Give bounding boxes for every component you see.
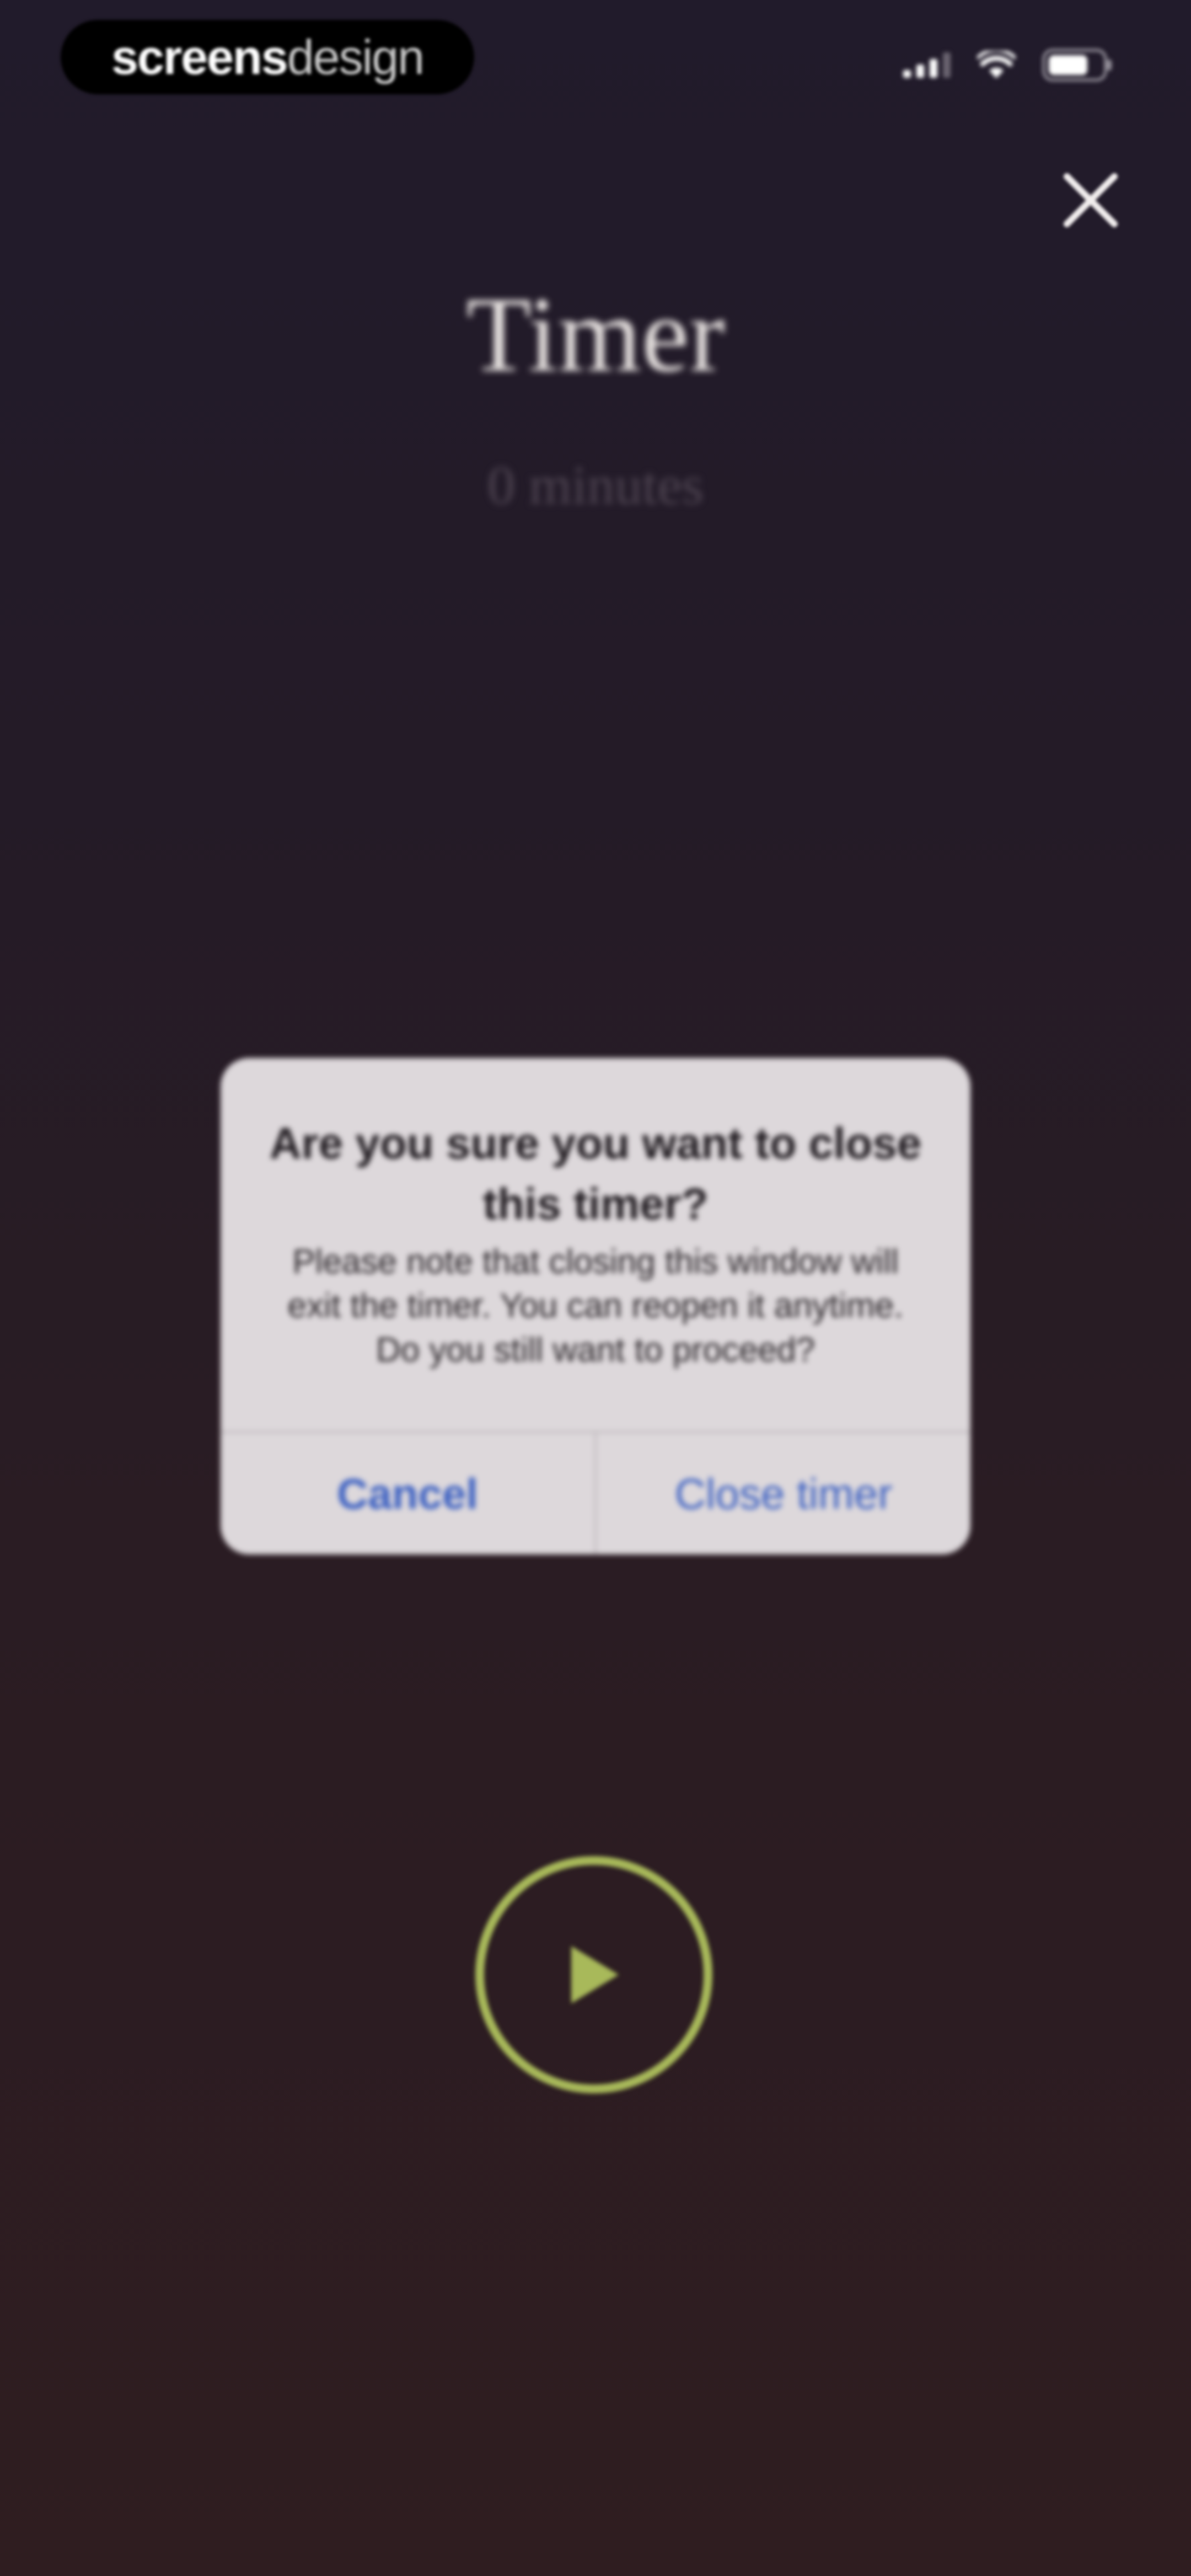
page-title: Timer (466, 275, 725, 394)
alert-title: Are you sure you want to close this time… (269, 1119, 922, 1228)
brand-badge: screensdesign (61, 20, 474, 94)
close-button[interactable] (1056, 165, 1125, 234)
cancel-button[interactable]: Cancel (221, 1433, 594, 1554)
close-icon (1063, 173, 1118, 227)
play-icon (571, 1946, 619, 2003)
wifi-icon (977, 51, 1016, 79)
status-bar-icons (903, 49, 1114, 82)
brand-logo-strong: screens (111, 29, 288, 84)
timer-screen: screensdesign Timer 0 minutes Are you su… (0, 0, 1191, 2576)
timer-duration: 0 minutes (487, 455, 704, 516)
battery-icon (1042, 49, 1114, 82)
alert-message: Please note that closing this window wil… (287, 1243, 904, 1369)
close-timer-alert: Are you sure you want to close this time… (221, 1058, 970, 1554)
brand-logo-light: design (287, 29, 425, 84)
close-timer-button[interactable]: Close timer (597, 1433, 970, 1554)
brand-logo: screensdesign (111, 29, 425, 84)
play-button[interactable] (475, 1856, 712, 2093)
cellular-signal-icon (903, 52, 951, 78)
